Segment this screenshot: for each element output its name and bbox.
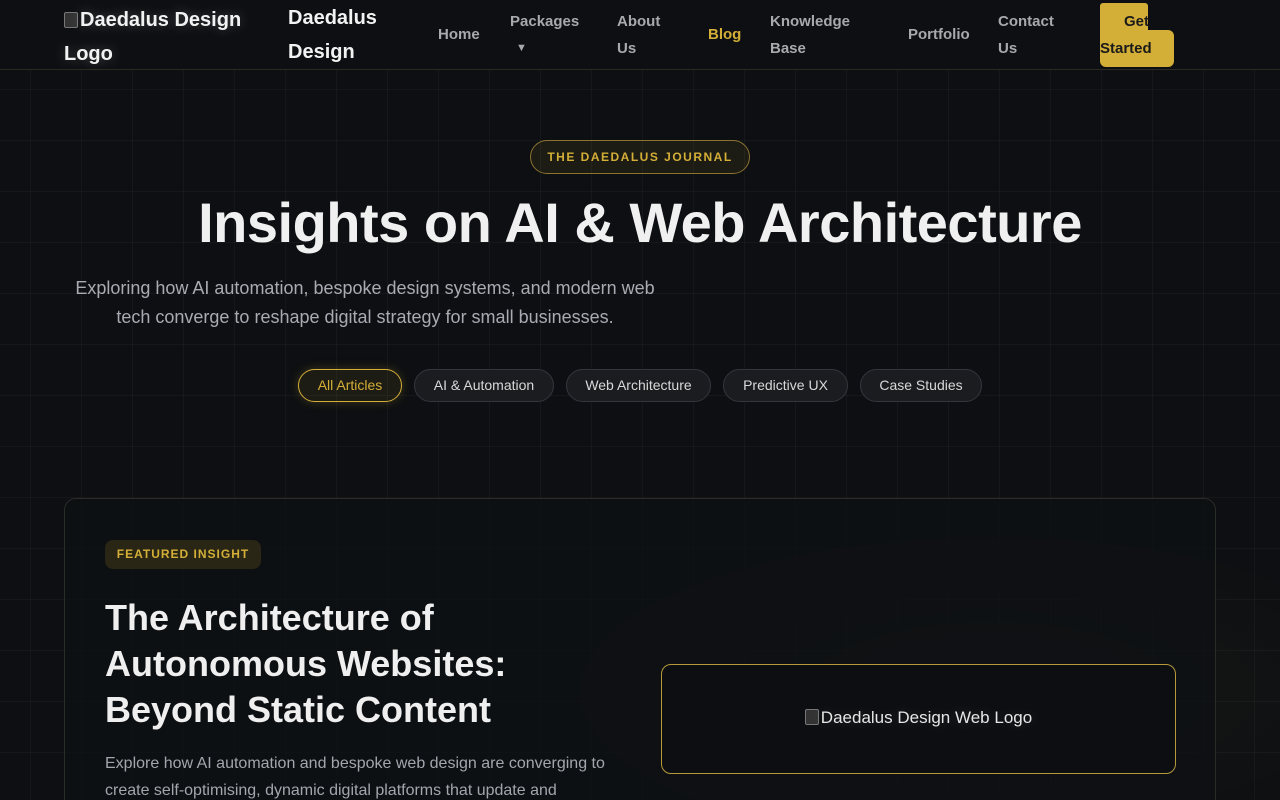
broken-image-icon <box>804 709 819 725</box>
nav-about-us[interactable]: About Us <box>617 8 677 62</box>
filter-all-articles[interactable]: All Articles <box>298 369 402 402</box>
featured-image: Daedalus Design Web Logo <box>661 664 1176 774</box>
site-header: Daedalus Design Logo Daedalus Design Hom… <box>0 0 1280 70</box>
filter-ai-automation[interactable]: AI & Automation <box>414 369 554 402</box>
chevron-down-icon: ▼ <box>516 42 527 54</box>
featured-title[interactable]: The Architecture of Autonomous Websites:… <box>105 595 625 733</box>
broken-image-icon <box>64 12 78 28</box>
cta-label-line1: Get <box>1124 13 1150 30</box>
featured-image-alt: Daedalus Design Web Logo <box>662 665 1175 773</box>
filter-web-architecture[interactable]: Web Architecture <box>566 369 711 402</box>
category-filters: All Articles AI & Automation Web Archite… <box>0 369 1280 403</box>
nav-contact-us[interactable]: Contact Us <box>998 8 1062 62</box>
featured-article-card[interactable]: FEATURED INSIGHT The Architecture of Aut… <box>64 498 1216 800</box>
filter-case-studies[interactable]: Case Studies <box>860 369 982 402</box>
nav-knowledge-base[interactable]: Knowledge Base <box>770 8 860 62</box>
nav-blog[interactable]: Blog <box>708 21 741 48</box>
journal-eyebrow-badge: THE DAEDALUS JOURNAL <box>530 140 750 174</box>
logo-alt-text: Daedalus Design Logo <box>64 9 242 65</box>
page-subtitle: Exploring how AI automation, bespoke des… <box>75 278 655 327</box>
filter-predictive-ux[interactable]: Predictive UX <box>723 369 848 402</box>
featured-badge: FEATURED INSIGHT <box>105 540 261 569</box>
nav-packages[interactable]: Packages ▼ <box>510 8 579 62</box>
get-started-button[interactable]: Get Started <box>1100 3 1174 67</box>
cta-label-line2: Started <box>1100 40 1152 57</box>
page-title: Insights on AI & Web Architecture <box>198 191 1082 254</box>
nav-portfolio[interactable]: Portfolio <box>908 21 970 48</box>
featured-excerpt: Explore how AI automation and bespoke we… <box>105 755 605 799</box>
nav-packages-label: Packages <box>510 13 580 30</box>
nav-home[interactable]: Home <box>438 21 480 48</box>
brand-name[interactable]: Daedalus Design <box>288 1 398 69</box>
logo-image[interactable]: Daedalus Design Logo <box>64 3 254 71</box>
featured-image-alt-text: Daedalus Design Web Logo <box>820 708 1033 727</box>
